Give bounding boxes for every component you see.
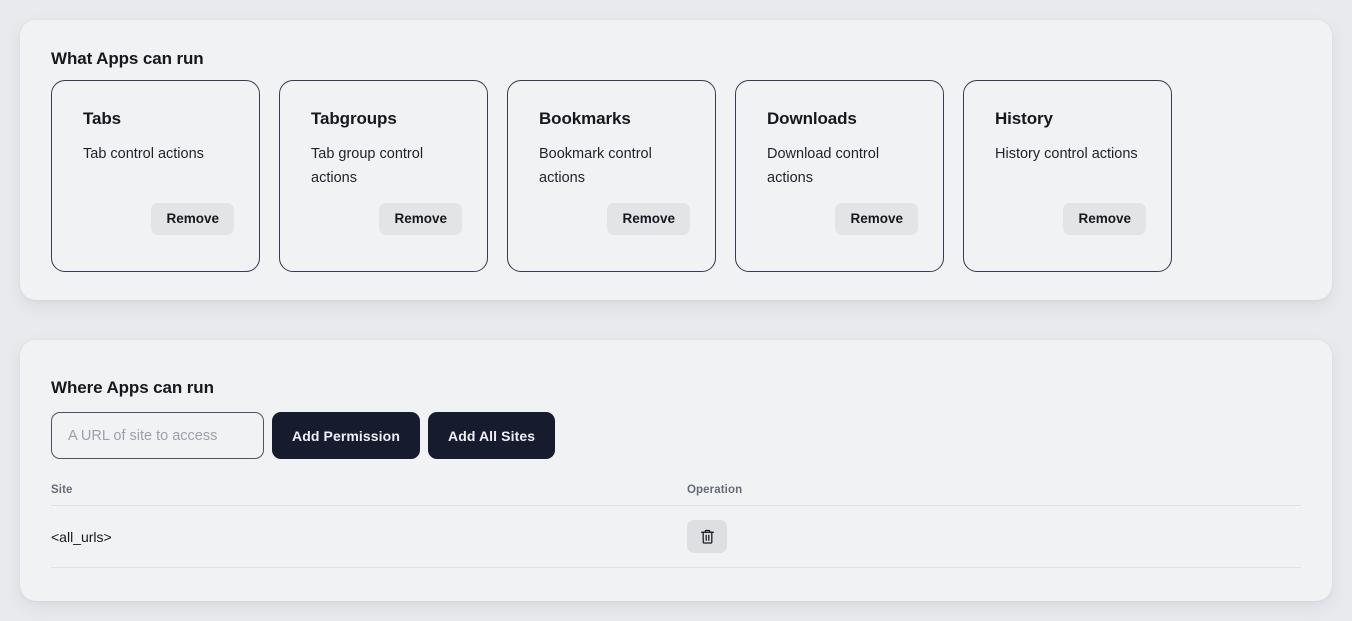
app-card-title: Bookmarks	[539, 109, 631, 128]
add-site-form: Add Permission Add All Sites	[51, 412, 556, 459]
app-card-actions: Remove	[607, 203, 690, 235]
app-card-history[interactable]: History History control actions Remove	[963, 80, 1172, 272]
remove-button[interactable]: Remove	[1063, 203, 1146, 235]
cell-site: <all_urls>	[51, 528, 112, 545]
site-url-input[interactable]	[51, 412, 264, 459]
apps-section-title: What Apps can run	[51, 49, 204, 68]
app-card-tabgroups[interactable]: Tabgroups Tab group control actions Remo…	[279, 80, 488, 272]
app-card-tabs[interactable]: Tabs Tab control actions Remove	[51, 80, 260, 272]
app-card-description: Tab group control actions	[311, 146, 424, 186]
cell-operation	[687, 520, 1301, 553]
app-card-description: Bookmark control actions	[539, 146, 652, 186]
app-card-actions: Remove	[379, 203, 462, 235]
add-all-sites-button[interactable]: Add All Sites	[427, 412, 556, 459]
app-card-description: Tab control actions	[83, 146, 204, 162]
app-card-title: History	[995, 109, 1053, 128]
remove-button[interactable]: Remove	[151, 203, 234, 235]
delete-site-button[interactable]	[687, 520, 727, 553]
app-card-title: Tabs	[83, 109, 122, 128]
app-card-actions: Remove	[151, 203, 234, 235]
sites-table: Site Operation <all_urls>	[51, 475, 1301, 568]
add-permission-button[interactable]: Add Permission	[272, 412, 420, 459]
app-card-title: Downloads	[767, 109, 857, 128]
column-header-site: Site	[51, 484, 73, 496]
app-card-description: History control actions	[995, 146, 1138, 162]
column-header-operation: Operation	[687, 484, 743, 496]
permissions-page: What Apps can run Tabs Tab control actio…	[0, 0, 1352, 621]
app-cards-list: Tabs Tab control actions Remove Tabgroup…	[51, 80, 1172, 272]
remove-button[interactable]: Remove	[835, 203, 918, 235]
app-card-description: Download control actions	[767, 146, 880, 186]
app-card-actions: Remove	[835, 203, 918, 235]
app-card-downloads[interactable]: Downloads Download control actions Remov…	[735, 80, 944, 272]
table-row: <all_urls>	[51, 506, 1301, 568]
remove-button[interactable]: Remove	[379, 203, 462, 235]
table-header-row: Site Operation	[51, 475, 1301, 506]
app-card-actions: Remove	[1063, 203, 1146, 235]
sites-panel: Where Apps can run Add Permission Add Al…	[20, 340, 1332, 601]
app-card-bookmarks[interactable]: Bookmarks Bookmark control actions Remov…	[507, 80, 716, 272]
sites-section-title: Where Apps can run	[51, 378, 214, 397]
apps-panel: What Apps can run Tabs Tab control actio…	[20, 20, 1332, 300]
app-card-title: Tabgroups	[311, 109, 397, 128]
remove-button[interactable]: Remove	[607, 203, 690, 235]
trash-icon	[700, 529, 715, 545]
